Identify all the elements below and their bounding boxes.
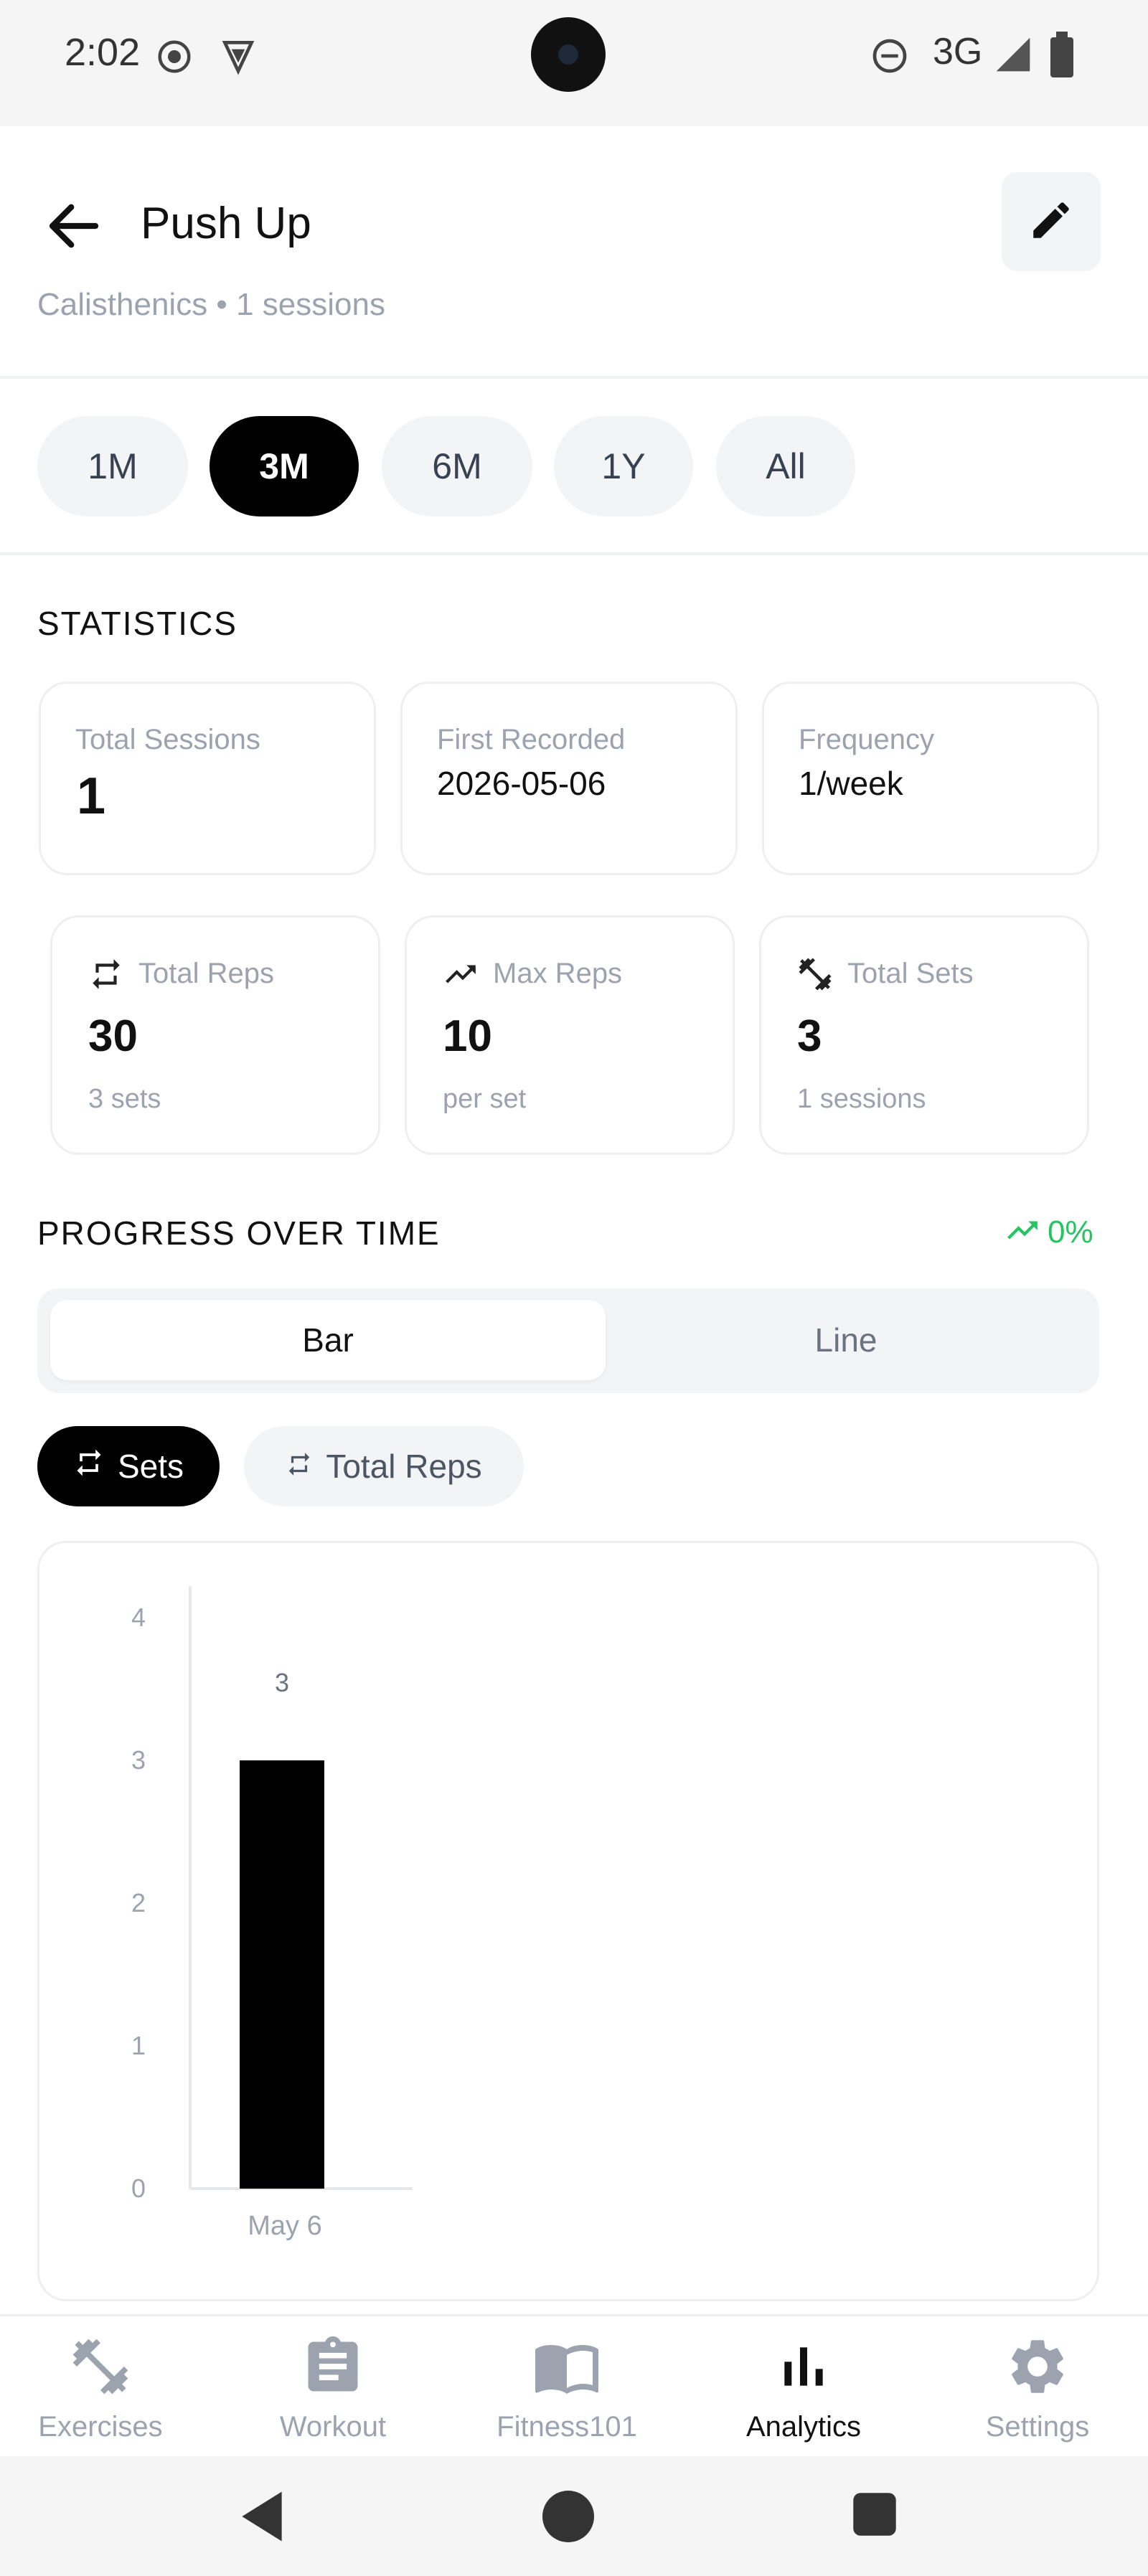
first-recorded-label: First Recorded	[437, 724, 626, 755]
gear-icon	[1002, 2331, 1073, 2402]
arrow-left-icon	[42, 204, 106, 261]
pencil-icon	[1027, 197, 1075, 247]
total-reps-value: 30	[88, 1011, 138, 1061]
range-6m-button[interactable]: 6M	[382, 416, 532, 516]
nav-settings[interactable]: Settings	[937, 2331, 1138, 2453]
bar-toggle-button[interactable]: Bar	[50, 1300, 606, 1380]
metric-sets-chip[interactable]: Sets	[37, 1426, 220, 1506]
book-icon	[531, 2331, 603, 2402]
total-sessions-label: Total Sessions	[75, 724, 260, 755]
camera-cutout	[531, 17, 606, 92]
progress-change: 0%	[1004, 1212, 1093, 1252]
edit-button[interactable]	[1002, 172, 1101, 271]
bar-chart-icon	[768, 2331, 839, 2402]
bar-data-label: 3	[275, 1668, 289, 1697]
vpn-shield-icon	[218, 36, 258, 80]
range-all-button[interactable]: All	[716, 416, 855, 516]
nav-workout[interactable]: Workout	[232, 2331, 433, 2453]
y-tick-label: 1	[131, 2031, 146, 2060]
nav-workout-label: Workout	[279, 2411, 387, 2443]
total-reps-sub: 3 sets	[88, 1084, 161, 1114]
line-toggle-button[interactable]: Line	[606, 1300, 1086, 1380]
page-title: Push Up	[141, 199, 311, 248]
total-reps-label: Total Reps	[138, 958, 274, 989]
total-sets-label: Total Sets	[847, 958, 974, 989]
nav-settings-label: Settings	[985, 2411, 1090, 2443]
nav-analytics-label: Analytics	[745, 2411, 862, 2443]
frequency-card: Frequency 1/week	[762, 681, 1099, 875]
bar	[240, 1760, 324, 2189]
network-type: 3G	[933, 31, 983, 72]
max-reps-card: Max Reps 10 per set	[405, 915, 735, 1155]
bottom-nav: Exercises Workout Fitness101 Analytics S…	[0, 2314, 1148, 2456]
total-reps-card: Total Reps 30 3 sets	[50, 915, 380, 1155]
nav-analytics[interactable]: Analytics	[703, 2331, 904, 2453]
progress-chart-card: 0 1 2 3 4 3 May 6	[37, 1541, 1099, 2301]
metric-total-reps-chip[interactable]: Total Reps	[244, 1426, 524, 1506]
statistics-title: STATISTICS	[37, 605, 237, 642]
back-triangle-icon[interactable]	[237, 2489, 287, 2547]
progress-bar-chart: 0 1 2 3 4 3 May 6	[131, 1586, 413, 2241]
repeat-icon	[73, 1447, 105, 1486]
dumbbell-icon	[796, 955, 834, 997]
total-sets-value: 3	[797, 1011, 822, 1061]
chart-type-toggle: Bar Line	[37, 1288, 1099, 1393]
first-recorded-card: First Recorded 2026-05-06	[400, 681, 738, 875]
trending-up-icon	[443, 956, 479, 996]
page-subtitle: Calisthenics • 1 sessions	[37, 287, 385, 322]
frequency-value: 1/week	[799, 765, 903, 802]
y-tick-label: 4	[131, 1603, 146, 1632]
nav-exercises[interactable]: Exercises	[0, 2331, 201, 2453]
progress-title: PROGRESS OVER TIME	[37, 1214, 441, 1252]
y-tick-label: 3	[131, 1745, 146, 1775]
metric-total-reps-label: Total Reps	[326, 1448, 482, 1485]
total-sessions-value: 1	[77, 768, 106, 825]
nav-fitness101-label: Fitness101	[497, 2411, 637, 2443]
recents-square-icon[interactable]	[851, 2491, 898, 2542]
clipboard-icon	[297, 2331, 369, 2402]
status-bar: 2:02 3G	[0, 0, 1148, 126]
frequency-label: Frequency	[799, 724, 934, 755]
range-3m-button[interactable]: 3M	[210, 416, 359, 516]
header-divider	[0, 376, 1148, 379]
y-tick-label: 0	[131, 2174, 146, 2203]
repeat-icon	[88, 956, 124, 996]
dumbbell-icon	[65, 2331, 136, 2402]
nav-fitness101[interactable]: Fitness101	[466, 2331, 667, 2453]
range-divider	[0, 552, 1148, 555]
battery-icon	[1048, 32, 1076, 81]
max-reps-label: Max Reps	[493, 958, 623, 989]
nav-exercises-label: Exercises	[38, 2411, 163, 2443]
status-time: 2:02	[65, 31, 141, 74]
total-sessions-card: Total Sessions 1	[39, 681, 376, 875]
back-button[interactable]	[42, 194, 106, 258]
range-1m-button[interactable]: 1M	[37, 416, 188, 516]
dnd-icon	[870, 36, 910, 80]
metric-sets-label: Sets	[117, 1448, 184, 1485]
trending-up-icon	[1004, 1212, 1040, 1252]
repeat-small-icon	[286, 1447, 313, 1486]
range-1y-button[interactable]: 1Y	[554, 416, 693, 516]
signal-icon	[993, 34, 1033, 78]
y-tick-label: 2	[131, 1888, 146, 1917]
max-reps-sub: per set	[443, 1084, 527, 1114]
first-recorded-value: 2026-05-06	[437, 765, 606, 802]
progress-change-value: 0%	[1048, 1214, 1093, 1250]
max-reps-value: 10	[443, 1011, 492, 1061]
total-sets-card: Total Sets 3 1 sessions	[759, 915, 1089, 1155]
record-icon	[155, 37, 194, 80]
system-nav-bar	[0, 2456, 1148, 2576]
x-tick-label: May 6	[248, 2211, 321, 2241]
home-circle-icon[interactable]	[540, 2488, 597, 2549]
total-sets-sub: 1 sessions	[797, 1084, 926, 1114]
